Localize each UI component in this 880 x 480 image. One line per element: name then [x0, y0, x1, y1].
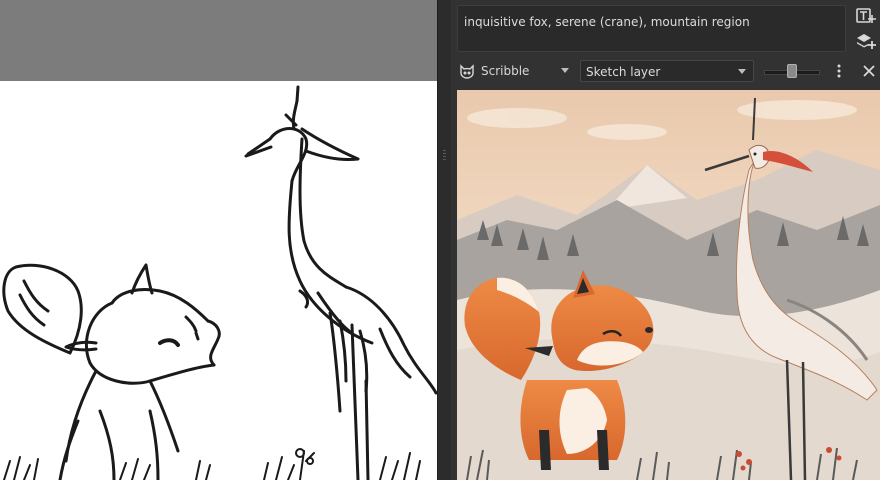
layer-select[interactable]: Sketch layer — [580, 60, 754, 82]
vertical-dots-icon[interactable] — [836, 63, 842, 79]
style-dropdown-chevron-icon[interactable] — [561, 68, 569, 73]
layers-plus-icon[interactable] — [856, 31, 876, 51]
layer-select-value: Sketch layer — [586, 65, 661, 79]
canvas-area[interactable] — [0, 0, 437, 480]
close-icon[interactable] — [861, 63, 877, 79]
text-plus-icon[interactable] — [856, 7, 876, 27]
cat-face-icon[interactable] — [459, 63, 475, 79]
sketch-drawing — [2, 85, 437, 480]
preview-illustration — [457, 90, 880, 480]
style-label[interactable]: Scribble — [481, 64, 529, 78]
splitter-grip-icon[interactable] — [443, 150, 446, 162]
slider-handle[interactable] — [787, 64, 797, 78]
crane-sketch — [244, 85, 437, 480]
ai-docker-panel: inquisitive fox, serene (crane), mountai… — [451, 0, 880, 480]
panel-splitter[interactable] — [437, 0, 452, 480]
chevron-down-icon — [738, 69, 746, 74]
fox-sketch — [2, 263, 221, 480]
style-toolbar: Scribble Sketch layer — [451, 57, 880, 85]
strength-slider[interactable] — [764, 64, 820, 78]
generated-preview-image[interactable] — [457, 90, 880, 480]
sketch-canvas[interactable] — [0, 81, 437, 480]
prompt-input[interactable]: inquisitive fox, serene (crane), mountai… — [457, 5, 846, 52]
